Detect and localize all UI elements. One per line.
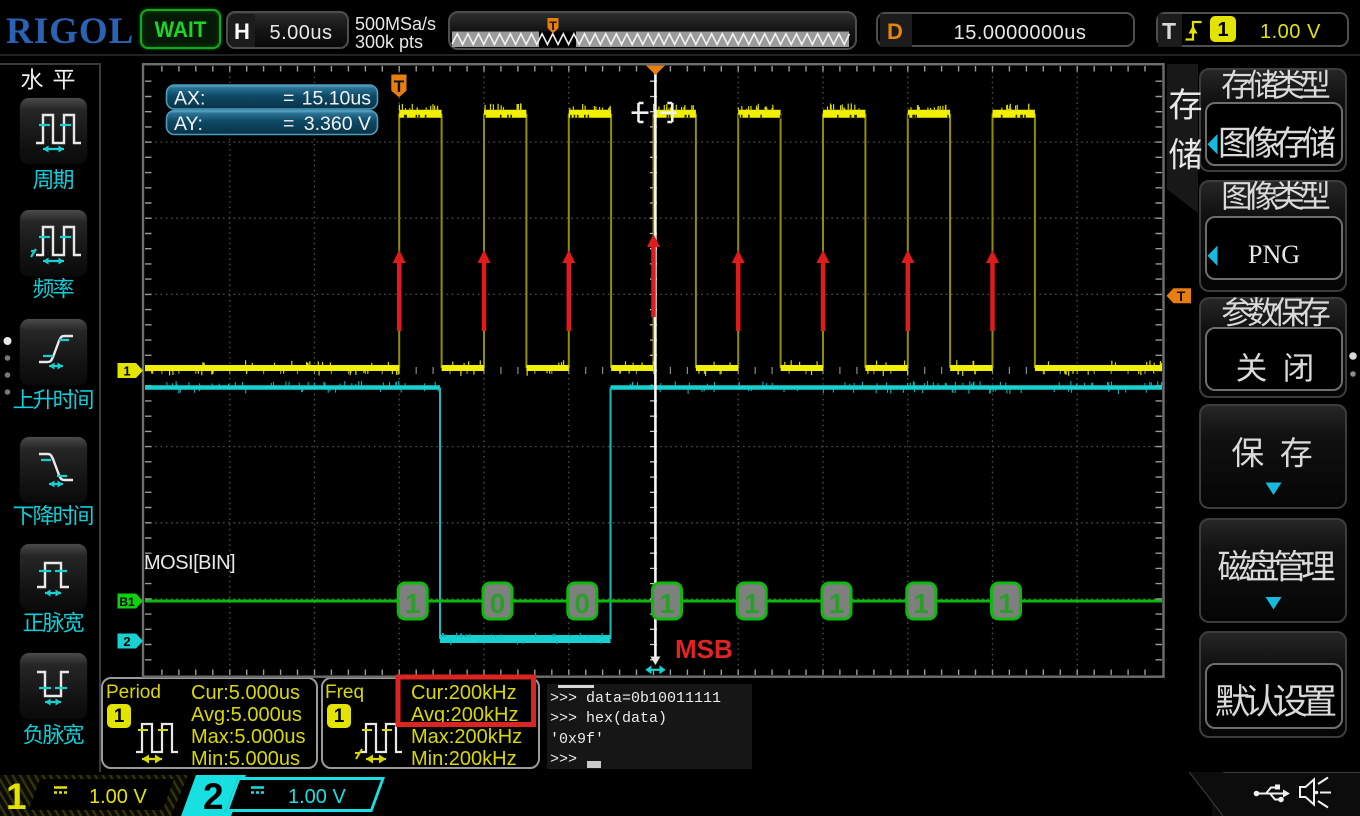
- svg-text:1: 1: [405, 588, 421, 619]
- svg-text:1: 1: [998, 588, 1014, 619]
- svg-text:=: =: [283, 88, 294, 110]
- svg-text:=: =: [283, 113, 294, 135]
- svg-text:1: 1: [913, 588, 929, 619]
- svg-text:MOSI[BIN]: MOSI[BIN]: [144, 552, 235, 574]
- svg-text:1: 1: [123, 364, 130, 379]
- svg-text:AX:: AX:: [174, 88, 205, 110]
- svg-text:AY:: AY:: [174, 113, 203, 135]
- svg-text:3.360 V: 3.360 V: [304, 113, 371, 135]
- svg-text:2: 2: [123, 634, 130, 649]
- svg-text:MSB: MSB: [675, 634, 733, 664]
- svg-text:1: 1: [659, 588, 675, 619]
- svg-text:T: T: [1177, 288, 1186, 304]
- svg-text:0: 0: [490, 588, 506, 619]
- svg-text:T: T: [394, 77, 405, 96]
- svg-text:15.10us: 15.10us: [302, 88, 372, 110]
- svg-text:B1: B1: [119, 595, 135, 609]
- svg-text:T: T: [549, 19, 557, 33]
- svg-text:1: 1: [744, 588, 760, 619]
- svg-text:0: 0: [574, 588, 590, 619]
- svg-text:1: 1: [829, 588, 845, 619]
